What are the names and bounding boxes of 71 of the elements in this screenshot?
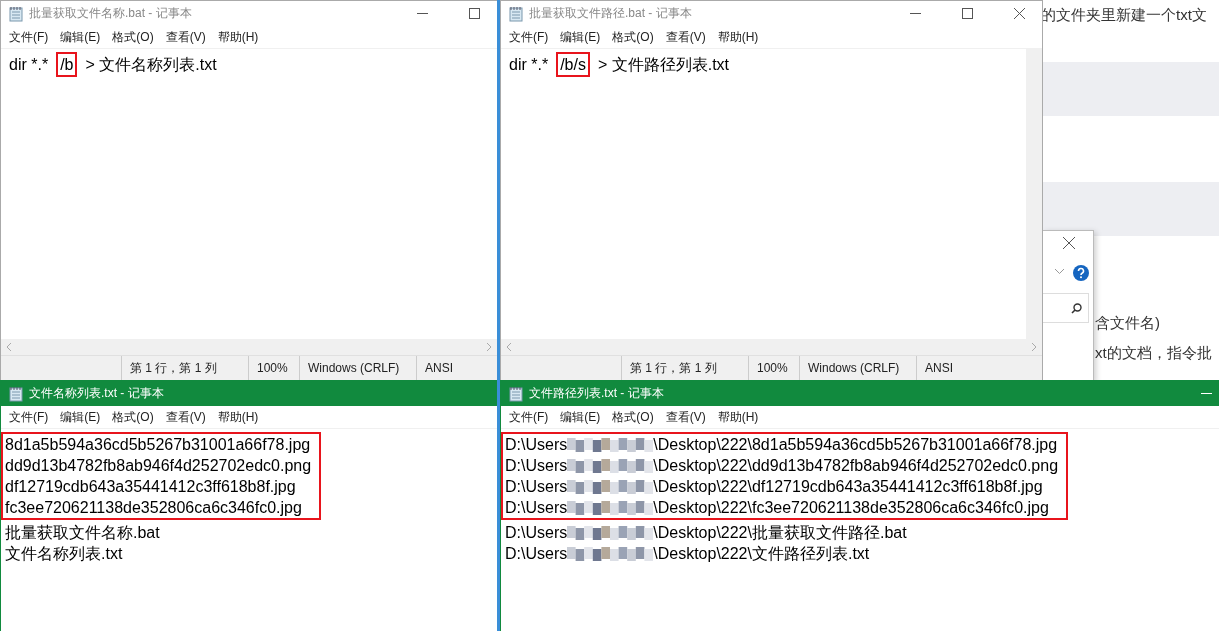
menu-item[interactable]: 帮助(H) xyxy=(711,28,765,46)
chevron-down-icon[interactable] xyxy=(1055,269,1064,274)
window-title: 文件名称列表.txt - 记事本 xyxy=(29,385,165,402)
menu-item[interactable]: 格式(O) xyxy=(106,408,160,426)
path-text: \Desktop\222\批量获取文件路径.bat xyxy=(653,523,907,543)
window-title: 批量获取文件名称.bat - 记事本 xyxy=(29,5,193,22)
path-text: D:\Users xyxy=(505,523,568,543)
page-text: xt的文档，指令批 xyxy=(1095,344,1212,363)
menu-item[interactable]: 编辑(E) xyxy=(554,28,607,46)
minimize-icon[interactable] xyxy=(909,12,921,15)
notepad-icon xyxy=(509,385,523,402)
notepad-icon xyxy=(9,5,23,22)
menu-item[interactable]: 文件(F) xyxy=(3,28,55,46)
minimize-icon[interactable] xyxy=(1200,392,1212,395)
scroll-right-icon[interactable] xyxy=(1030,343,1038,351)
menu-item[interactable]: 编辑(E) xyxy=(54,28,107,46)
maximize-icon[interactable] xyxy=(468,8,480,19)
notepad-icon xyxy=(9,385,23,402)
menu-item[interactable]: 查看(V) xyxy=(159,28,212,46)
scroll-left-icon[interactable] xyxy=(5,343,13,351)
menu-item[interactable]: 编辑(E) xyxy=(554,408,607,426)
path-text: D:\Users xyxy=(505,435,568,455)
path-text: D:\Users xyxy=(505,456,568,476)
vertical-scrollbar[interactable] xyxy=(1026,49,1042,339)
menu-item[interactable]: 文件(F) xyxy=(503,408,555,426)
file-name-text: fc3ee720621138de352806ca6c346fc0.jpg xyxy=(5,498,302,518)
help-icon[interactable] xyxy=(1073,265,1089,281)
menu-item[interactable]: 帮助(H) xyxy=(711,408,765,426)
command-text: dir *.* xyxy=(508,55,550,75)
menu-item[interactable]: 文件(F) xyxy=(503,28,555,46)
path-text: D:\Users xyxy=(505,477,568,497)
close-icon[interactable] xyxy=(1013,8,1025,19)
menu-item[interactable]: 格式(O) xyxy=(606,408,660,426)
path-text: \Desktop\222\fc3ee720621138de352806ca6c346fc0.jpg xyxy=(653,498,1049,518)
path-text: \Desktop\222\文件路径列表.txt xyxy=(653,544,870,564)
file-name-text: 批量获取文件名称.bat xyxy=(5,523,160,543)
menu-item[interactable]: 文件(F) xyxy=(3,408,55,426)
search-icon xyxy=(1071,302,1082,314)
command-text: dir *.* xyxy=(8,55,50,75)
page-text: 含文件名) xyxy=(1095,314,1160,333)
highlighted-text: /b/s xyxy=(556,52,590,77)
path-text: \Desktop\222\dd9d13b4782fb8ab946f4d252702edc0.png xyxy=(653,456,1059,476)
scroll-right-icon[interactable] xyxy=(485,343,493,351)
file-name-text: df12719cdb643a35441412c3ff618b8f.jpg xyxy=(5,477,296,497)
path-text: D:\Users xyxy=(505,544,568,564)
menu-item[interactable]: 帮助(H) xyxy=(211,28,265,46)
file-name-text: dd9d13b4782fb8ab946f4d252702edc0.png xyxy=(5,456,312,476)
window-title: 批量获取文件路径.bat - 记事本 xyxy=(529,5,693,22)
menu-item[interactable]: 查看(V) xyxy=(159,408,212,426)
horizontal-scrollbar[interactable] xyxy=(1,339,497,355)
menu-item[interactable]: 查看(V) xyxy=(659,408,712,426)
file-name-text: 文件名称列表.txt xyxy=(5,544,123,564)
menu-item[interactable]: 查看(V) xyxy=(659,28,712,46)
path-text: D:\Users xyxy=(505,498,568,518)
maximize-icon[interactable] xyxy=(961,8,973,19)
command-text: > 文件路径列表.txt xyxy=(596,55,731,75)
menu-item[interactable]: 格式(O) xyxy=(106,28,160,46)
window-title: 文件路径列表.txt - 记事本 xyxy=(529,385,665,402)
scroll-left-icon[interactable] xyxy=(505,343,513,351)
command-text: > 文件名称列表.txt xyxy=(84,55,218,75)
file-name-text: 8d1a5b594a36cd5b5267b31001a66f78.jpg xyxy=(5,435,311,455)
menu-item[interactable]: 编辑(E) xyxy=(54,408,107,426)
menu-item[interactable]: 帮助(H) xyxy=(211,408,265,426)
menu-item[interactable]: 格式(O) xyxy=(606,28,660,46)
path-text: \Desktop\222\df12719cdb643a35441412c3ff618b8f.jpg xyxy=(653,477,1043,497)
minimize-icon[interactable] xyxy=(416,12,428,15)
horizontal-scrollbar[interactable] xyxy=(501,339,1042,355)
close-icon[interactable] xyxy=(1063,237,1075,249)
notepad-icon xyxy=(509,5,523,22)
path-text: \Desktop\222\8d1a5b594a36cd5b5267b31001a66f78.jpg xyxy=(653,435,1058,455)
highlighted-text: /b xyxy=(56,52,78,77)
